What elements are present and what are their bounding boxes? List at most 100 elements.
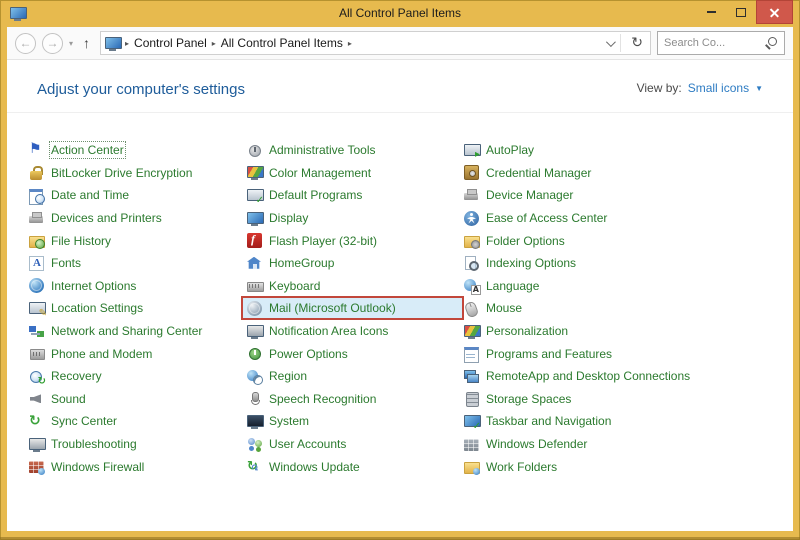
cpl-item-windows-defender[interactable]: Windows Defender <box>464 433 783 456</box>
maximize-button[interactable] <box>726 0 756 24</box>
credential-safe-icon <box>464 165 479 181</box>
view-by-caret-icon[interactable]: ▼ <box>755 84 763 93</box>
cpl-item-windows-firewall[interactable]: Windows Firewall <box>29 455 247 478</box>
view-by-control: View by: Small icons ▼ <box>637 81 763 95</box>
item-label: Region <box>269 369 308 384</box>
cpl-item-file-history[interactable]: File History <box>29 229 247 252</box>
up-button[interactable]: ↑ <box>83 35 90 51</box>
cpl-item-bitlocker[interactable]: BitLocker Drive Encryption <box>29 162 247 185</box>
close-icon <box>769 7 780 18</box>
recent-pages-dropdown-icon[interactable]: ▾ <box>69 39 73 48</box>
admin-tools-icon <box>247 143 262 158</box>
cpl-item-work-folders[interactable]: Work Folders <box>464 455 783 478</box>
cpl-item-remoteapp[interactable]: RemoteApp and Desktop Connections <box>464 365 783 388</box>
breadcrumb-control-panel[interactable]: Control Panel <box>134 36 207 50</box>
cpl-item-sound[interactable]: Sound <box>29 388 247 411</box>
cpl-item-phone-modem[interactable]: Phone and Modem <box>29 342 247 365</box>
defender-wall-icon <box>464 437 479 452</box>
minimize-icon <box>706 11 716 13</box>
cpl-item-taskbar-navigation[interactable]: Taskbar and Navigation <box>464 410 783 433</box>
item-label: BitLocker Drive Encryption <box>51 165 193 180</box>
cpl-item-internet-options[interactable]: Internet Options <box>29 275 247 298</box>
back-button[interactable]: ← <box>15 32 36 54</box>
item-label: Network and Sharing Center <box>51 324 203 339</box>
address-dropdown-icon[interactable] <box>606 36 617 47</box>
titlebar: All Control Panel Items <box>7 0 793 27</box>
control-panel-icon <box>105 36 123 51</box>
homegroup-house-icon <box>247 256 262 271</box>
cpl-item-device-manager[interactable]: Device Manager <box>464 184 783 207</box>
breadcrumb-all-control-panel-items[interactable]: All Control Panel Items <box>221 36 343 50</box>
crumb-separator-icon: ▸ <box>125 38 130 48</box>
cpl-item-default-programs[interactable]: Default Programs <box>247 184 464 207</box>
fonts-icon <box>29 255 44 271</box>
maximize-icon <box>736 7 746 17</box>
item-label: HomeGroup <box>269 256 335 271</box>
minimize-button[interactable] <box>696 0 726 24</box>
item-label: Color Management <box>269 165 372 180</box>
cpl-item-autoplay[interactable]: AutoPlay <box>464 139 783 162</box>
item-label: Location Settings <box>51 301 144 316</box>
cpl-item-region[interactable]: Region <box>247 365 464 388</box>
cpl-item-personalization[interactable]: Personalization <box>464 320 783 343</box>
close-button[interactable] <box>756 0 793 24</box>
display-monitor-icon <box>247 211 264 226</box>
flag-icon <box>29 142 44 158</box>
cpl-item-display[interactable]: Display <box>247 207 464 230</box>
cpl-item-notification-area[interactable]: Notification Area Icons <box>247 320 464 343</box>
cpl-item-date-and-time[interactable]: Date and Time <box>29 184 247 207</box>
cpl-item-storage-spaces[interactable]: Storage Spaces <box>464 388 783 411</box>
cpl-item-windows-update[interactable]: Windows Update <box>247 455 464 478</box>
mail-icon <box>247 300 262 316</box>
item-label: System <box>269 414 310 429</box>
search-icon[interactable] <box>764 36 778 50</box>
cpl-item-fonts[interactable]: Fonts <box>29 252 247 275</box>
cpl-item-mail-highlighted[interactable]: Mail (Microsoft Outlook) <box>241 296 464 321</box>
cpl-item-programs-features[interactable]: Programs and Features <box>464 342 783 365</box>
item-label: Default Programs <box>269 188 363 203</box>
item-label: Date and Time <box>51 188 130 203</box>
address-bar[interactable]: ▸ Control Panel ▸ All Control Panel Item… <box>100 31 651 55</box>
view-by-value[interactable]: Small icons <box>688 81 749 95</box>
windows-update-icon <box>247 459 262 474</box>
item-label: Programs and Features <box>486 346 613 361</box>
cpl-item-flash-player[interactable]: Flash Player (32-bit) <box>247 229 464 252</box>
item-label: AutoPlay <box>486 143 535 158</box>
cpl-item-indexing-options[interactable]: Indexing Options <box>464 252 783 275</box>
cpl-item-network-sharing[interactable]: Network and Sharing Center <box>29 320 247 343</box>
cpl-item-speech-recognition[interactable]: Speech Recognition <box>247 388 464 411</box>
cpl-item-recovery[interactable]: Recovery <box>29 365 247 388</box>
control-panel-window: All Control Panel Items ← → ▾ ↑ ▸ Contro… <box>0 0 800 540</box>
refresh-button[interactable]: ↻ <box>628 36 646 50</box>
search-input[interactable] <box>664 37 764 49</box>
item-label: Recovery <box>51 369 102 384</box>
page-title: Adjust your computer's settings <box>37 81 245 98</box>
folder-options-icon <box>464 233 480 250</box>
network-icon <box>29 324 44 339</box>
cpl-item-ease-of-access[interactable]: Ease of Access Center <box>464 207 783 230</box>
cpl-item-keyboard[interactable]: Keyboard <box>247 275 464 298</box>
cpl-item-user-accounts[interactable]: User Accounts <box>247 433 464 456</box>
cpl-item-language[interactable]: Language <box>464 275 783 298</box>
item-label: Fonts <box>51 256 82 271</box>
cpl-item-folder-options[interactable]: Folder Options <box>464 229 783 252</box>
cpl-item-credential-manager[interactable]: Credential Manager <box>464 162 783 185</box>
cpl-item-system[interactable]: System <box>247 410 464 433</box>
cpl-item-power-options[interactable]: Power Options <box>247 342 464 365</box>
cpl-item-homegroup[interactable]: HomeGroup <box>247 252 464 275</box>
forward-button[interactable]: → <box>42 32 63 54</box>
cpl-item-sync-center[interactable]: Sync Center <box>29 410 247 433</box>
taskbar-icon <box>464 414 481 432</box>
item-label: Credential Manager <box>486 165 592 180</box>
cpl-item-color-management[interactable]: Color Management <box>247 162 464 185</box>
cpl-item-devices-printers[interactable]: Devices and Printers <box>29 207 247 230</box>
item-label: Power Options <box>269 346 348 361</box>
cpl-item-action-center[interactable]: Action Center <box>29 139 247 162</box>
globe-icon <box>29 278 44 294</box>
item-label: Language <box>486 278 540 293</box>
cpl-item-location-settings[interactable]: Location Settings <box>29 297 247 320</box>
cpl-item-mouse[interactable]: Mouse <box>464 297 783 320</box>
cpl-item-troubleshooting[interactable]: Troubleshooting <box>29 433 247 456</box>
cpl-item-admin-tools[interactable]: Administrative Tools <box>247 139 464 162</box>
item-label: Work Folders <box>486 459 558 474</box>
